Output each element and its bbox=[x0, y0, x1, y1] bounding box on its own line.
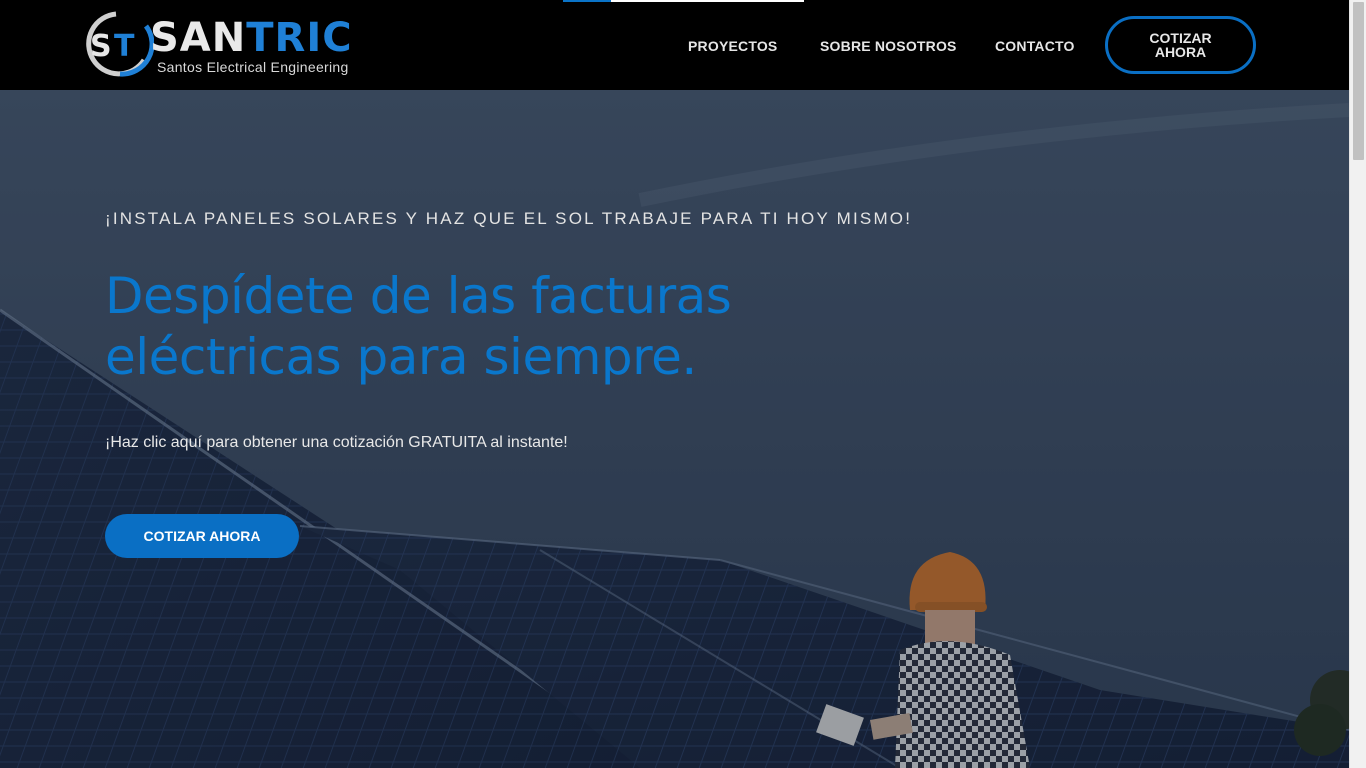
page-load-progress-bar bbox=[563, 0, 804, 2]
nav-link-contacto[interactable]: CONTACTO bbox=[995, 38, 1075, 54]
st-monogram-icon: S T bbox=[86, 11, 154, 77]
brand-logo[interactable]: S T SANTRIC Santos Electrical Engineerin… bbox=[84, 10, 366, 78]
hero-quote-button[interactable]: COTIZAR AHORA bbox=[105, 514, 299, 558]
header-quote-button[interactable]: COTIZAR AHORA bbox=[1105, 16, 1256, 74]
progress-fill bbox=[563, 0, 611, 2]
svg-text:T: T bbox=[114, 29, 135, 64]
page: S T SANTRIC Santos Electrical Engineerin… bbox=[0, 0, 1366, 768]
brand-tagline: Santos Electrical Engineering bbox=[157, 59, 349, 75]
brand-name-part2: TRIC bbox=[246, 15, 353, 61]
brand-wordmark: SANTRIC bbox=[150, 18, 353, 58]
hero-eyebrow: ¡INSTALA PANELES SOLARES Y HAZ QUE EL SO… bbox=[105, 209, 913, 228]
nav-link-proyectos[interactable]: PROYECTOS bbox=[688, 38, 777, 54]
hero-headline: Despídete de las facturas eléctricas par… bbox=[105, 267, 732, 386]
scrollbar-thumb[interactable] bbox=[1353, 2, 1364, 160]
hero-dark-overlay bbox=[0, 90, 1349, 768]
site-header: S T SANTRIC Santos Electrical Engineerin… bbox=[0, 0, 1349, 90]
hero-subtext[interactable]: ¡Haz clic aquí para obtener una cotizaci… bbox=[105, 434, 568, 452]
page-scrollbar[interactable] bbox=[1349, 0, 1366, 768]
hero-section: ¡INSTALA PANELES SOLARES Y HAZ QUE EL SO… bbox=[0, 90, 1349, 768]
brand-name-part1: SAN bbox=[150, 15, 247, 61]
nav-link-sobre-nosotros[interactable]: SOBRE NOSOTROS bbox=[820, 38, 957, 54]
svg-text:S: S bbox=[90, 29, 112, 64]
